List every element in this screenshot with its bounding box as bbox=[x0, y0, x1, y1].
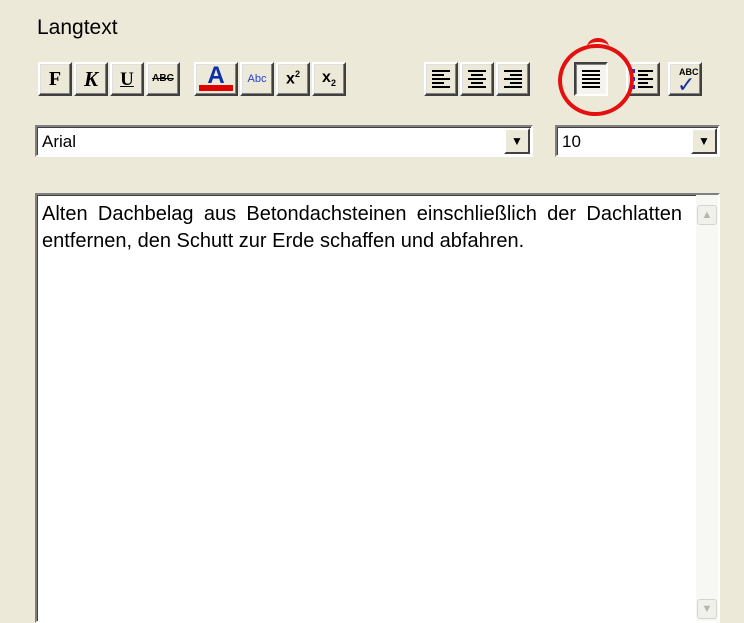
text-effect-icon: Abc bbox=[247, 72, 267, 85]
arrow-up-icon[interactable]: ▲ bbox=[697, 205, 717, 225]
font-size-value: 10 bbox=[562, 132, 581, 151]
align-justify-button[interactable] bbox=[574, 62, 608, 96]
superscript-icon: x2 bbox=[286, 69, 300, 88]
long-text-editor[interactable]: Alten Dachbelag aus Betondachsteinen ein… bbox=[35, 193, 720, 623]
align-justify-icon bbox=[582, 70, 600, 88]
subscript-icon: x2 bbox=[322, 68, 336, 89]
subscript-button[interactable]: x2 bbox=[312, 62, 346, 96]
panel-title: Langtext bbox=[37, 16, 118, 39]
bullet-list-icon bbox=[631, 68, 655, 90]
vertical-scrollbar[interactable]: ▲ ▼ bbox=[696, 195, 718, 621]
strikethrough-icon: ABC bbox=[152, 73, 174, 84]
bullet-list-button[interactable] bbox=[626, 62, 660, 96]
align-right-button[interactable] bbox=[496, 62, 530, 96]
font-color-button[interactable]: A bbox=[194, 62, 238, 96]
italic-button[interactable]: K bbox=[74, 62, 108, 96]
underline-button[interactable]: U bbox=[110, 62, 144, 96]
spellcheck-icon: ABC ✓ bbox=[677, 67, 699, 98]
spellcheck-button[interactable]: ABC ✓ bbox=[668, 62, 702, 98]
font-size-select[interactable]: 10 ▼ bbox=[555, 125, 720, 157]
font-family-value: Arial bbox=[42, 132, 77, 151]
italic-icon: K bbox=[83, 66, 98, 91]
bold-icon: F bbox=[48, 68, 62, 90]
strikethrough-button[interactable]: ABC bbox=[146, 62, 180, 96]
formatting-toolbar: F K U ABC A Abc x2 x2 ABC ✓ bbox=[0, 62, 744, 102]
underline-icon: U bbox=[120, 68, 134, 90]
font-color-swatch bbox=[199, 85, 233, 91]
chevron-down-icon[interactable]: ▼ bbox=[691, 128, 717, 154]
font-family-select[interactable]: Arial ▼ bbox=[35, 125, 533, 157]
align-left-button[interactable] bbox=[424, 62, 458, 96]
align-center-icon bbox=[468, 70, 486, 88]
chevron-down-icon[interactable]: ▼ bbox=[504, 128, 530, 154]
align-left-icon bbox=[432, 70, 450, 88]
align-right-icon bbox=[504, 70, 522, 88]
superscript-button[interactable]: x2 bbox=[276, 62, 310, 96]
arrow-down-icon[interactable]: ▼ bbox=[697, 599, 717, 619]
align-center-button[interactable] bbox=[460, 62, 494, 96]
highlight-button[interactable]: Abc bbox=[240, 62, 274, 96]
annotation-circle-tail bbox=[587, 38, 609, 56]
bold-button[interactable]: F bbox=[38, 62, 72, 96]
editor-text[interactable]: Alten Dachbelag aus Betondachsteinen ein… bbox=[42, 201, 682, 255]
